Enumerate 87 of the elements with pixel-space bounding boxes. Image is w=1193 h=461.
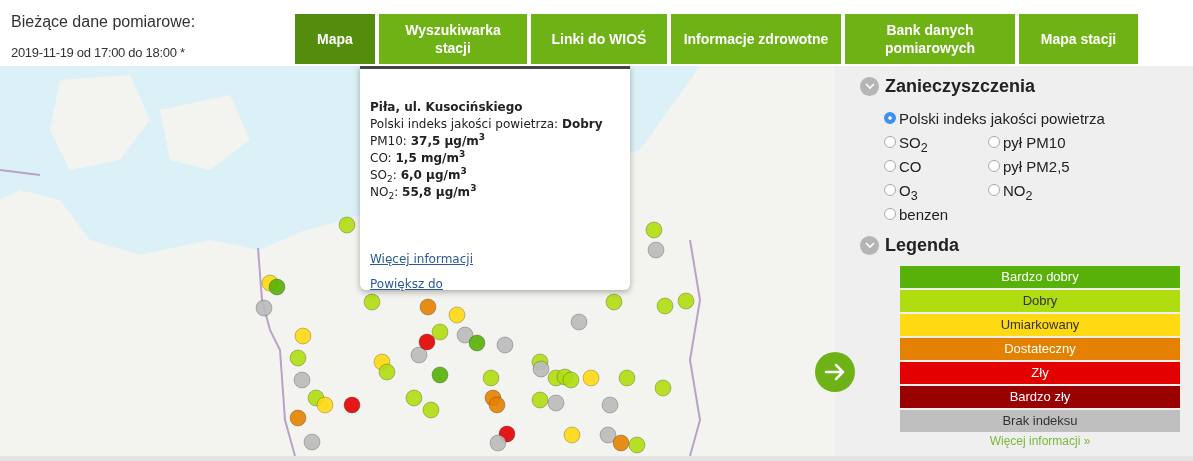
- station-marker[interactable]: [605, 293, 623, 311]
- station-marker[interactable]: [343, 396, 361, 414]
- popup-link[interactable]: Więcej informacji: [370, 251, 473, 268]
- station-marker[interactable]: [410, 346, 428, 364]
- station-marker[interactable]: [488, 396, 506, 414]
- pollutant-radio[interactable]: O$_{3}$: [884, 181, 988, 199]
- station-marker[interactable]: [431, 323, 449, 341]
- station-marker[interactable]: [268, 278, 286, 296]
- reading-label: NO$_{2}$:: [370, 185, 399, 199]
- reading-value: 1,5 mg/m$^{3}$: [395, 151, 466, 165]
- station-marker[interactable]: [601, 396, 619, 414]
- station-marker[interactable]: [338, 216, 356, 234]
- station-marker[interactable]: [422, 401, 440, 419]
- station-marker[interactable]: [618, 369, 636, 387]
- station-marker[interactable]: [405, 389, 423, 407]
- radio-icon[interactable]: [988, 184, 1000, 196]
- station-marker[interactable]: [482, 369, 500, 387]
- reading-value: 37,5 µg/m$^{3}$: [410, 134, 486, 148]
- radio-icon[interactable]: [988, 136, 1000, 148]
- station-marker[interactable]: [489, 434, 507, 452]
- station-marker[interactable]: [562, 371, 580, 389]
- index-value: Dobry: [562, 117, 603, 131]
- station-marker[interactable]: [419, 298, 437, 316]
- index-label: Polski indeks jakości powietrza:: [370, 117, 559, 131]
- pollutant-radio[interactable]: CO: [884, 157, 988, 175]
- pollutant-radio[interactable]: benzen: [884, 205, 988, 223]
- legend-item: Dostateczny: [900, 338, 1180, 360]
- station-marker[interactable]: [654, 379, 672, 397]
- station-marker[interactable]: [431, 366, 449, 384]
- legend-item: Zły: [900, 362, 1180, 384]
- station-marker[interactable]: [570, 313, 588, 331]
- section-title: Legenda: [885, 235, 959, 256]
- station-marker[interactable]: [563, 426, 581, 444]
- station-marker[interactable]: [289, 349, 307, 367]
- station-marker[interactable]: [582, 369, 600, 387]
- station-marker[interactable]: [496, 336, 514, 354]
- pollutant-radio[interactable]: SO$_{2}$: [884, 133, 988, 151]
- page-title: Bieżące dane pomiarowe:: [11, 13, 197, 31]
- station-marker[interactable]: [468, 334, 486, 352]
- station-marker[interactable]: [612, 434, 630, 452]
- pollutant-radio[interactable]: Polski indeks jakości powietrza: [884, 109, 1168, 127]
- legend-item: Umiarkowany: [900, 314, 1180, 336]
- radio-icon[interactable]: [884, 112, 896, 124]
- reading-value: 6,0 µg/m$^{3}$: [400, 168, 467, 182]
- collapse-icon[interactable]: [860, 77, 879, 96]
- pollutant-radio[interactable]: pył PM2,5: [988, 157, 1168, 175]
- station-marker[interactable]: [645, 221, 663, 239]
- legend-item: Dobry: [900, 290, 1180, 312]
- pollutant-radio[interactable]: NO$_{2}$: [988, 181, 1168, 199]
- station-marker[interactable]: [647, 241, 665, 259]
- reading-label: PM10:: [370, 134, 407, 148]
- station-name: Piła, ul. Kusocińskiego: [370, 99, 524, 116]
- radio-icon[interactable]: [884, 136, 896, 148]
- legend-item: Bardzo dobry: [900, 266, 1180, 288]
- station-marker[interactable]: [448, 306, 466, 324]
- station-marker[interactable]: [294, 327, 312, 345]
- reading-label: SO$_{2}$:: [370, 168, 397, 182]
- station-marker[interactable]: [599, 426, 617, 444]
- legend-item: Brak indeksu: [900, 410, 1180, 432]
- nav-tab[interactable]: Mapa: [295, 14, 375, 64]
- time-range: 2019-11-19 od 17:00 do 18:00 *: [11, 45, 186, 60]
- station-marker[interactable]: [363, 293, 381, 311]
- reading-value: 55,8 µg/m$^{3}$: [402, 185, 477, 199]
- station-marker[interactable]: [378, 363, 396, 381]
- station-marker[interactable]: [293, 371, 311, 389]
- station-marker[interactable]: [531, 391, 549, 409]
- station-marker[interactable]: [316, 396, 334, 414]
- radio-icon[interactable]: [988, 160, 1000, 172]
- station-marker[interactable]: [547, 394, 565, 412]
- station-marker[interactable]: [677, 292, 695, 310]
- station-marker[interactable]: [656, 297, 674, 315]
- station-marker[interactable]: [255, 299, 273, 317]
- radio-icon[interactable]: [884, 184, 896, 196]
- station-marker[interactable]: [456, 326, 474, 344]
- station-marker[interactable]: [628, 436, 646, 454]
- station-marker[interactable]: [418, 333, 436, 351]
- station-marker[interactable]: [289, 409, 307, 427]
- radio-icon[interactable]: [884, 208, 896, 220]
- collapse-icon[interactable]: [860, 236, 879, 255]
- section-title: Zanieczyszczenia: [885, 76, 1036, 97]
- popup-link[interactable]: Powiększ do: [370, 276, 443, 293]
- legend-item: Bardzo zły: [900, 386, 1180, 408]
- station-marker[interactable]: [532, 360, 550, 378]
- radio-icon[interactable]: [884, 160, 896, 172]
- reading-label: CO:: [370, 151, 392, 165]
- station-marker[interactable]: [303, 433, 321, 451]
- pollutant-radio[interactable]: pył PM10: [988, 133, 1168, 151]
